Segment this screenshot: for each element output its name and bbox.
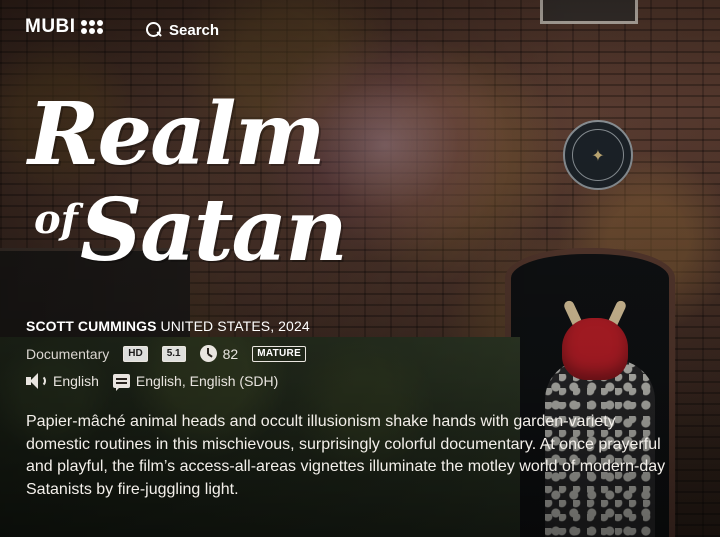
language-row: English English, English (SDH)	[26, 372, 279, 391]
country-year: UNITED STATES, 2024	[160, 318, 310, 334]
search-icon	[146, 22, 163, 39]
runtime-value: 82	[222, 345, 239, 362]
search-button[interactable]: Search	[146, 22, 219, 39]
logo-dots-icon	[80, 20, 103, 34]
speaker-icon	[26, 372, 48, 390]
rating-badge: MATURE	[252, 345, 307, 362]
subtitle-languages: English, English (SDH)	[135, 373, 279, 389]
top-nav: MUBI Search	[0, 0, 720, 62]
hd-badge: HD	[123, 345, 148, 362]
audio-format-badge: 5.1	[161, 345, 186, 362]
genre-label: Documentary	[26, 345, 110, 362]
title-word-realm: Realm	[28, 84, 326, 185]
clock-icon	[199, 345, 217, 362]
search-label: Search	[169, 22, 220, 39]
logo-text: MUBI	[25, 16, 76, 37]
title-word-of: of	[34, 196, 78, 243]
film-title-logo: Realm of Satan	[28, 84, 348, 302]
film-synopsis: Papier-mâché animal heads and occult ill…	[26, 413, 666, 498]
audio-language: English	[53, 373, 99, 389]
title-word-satan: Satan	[80, 180, 348, 281]
subtitles-icon	[112, 374, 130, 391]
director-name[interactable]: SCOTT CUMMINGS	[26, 318, 157, 334]
film-credit: SCOTT CUMMINGS UNITED STATES, 2024	[26, 318, 310, 334]
mubi-logo[interactable]: MUBI	[25, 16, 103, 38]
film-meta-row: Documentary HD 5.1 82 MATURE	[26, 345, 307, 362]
